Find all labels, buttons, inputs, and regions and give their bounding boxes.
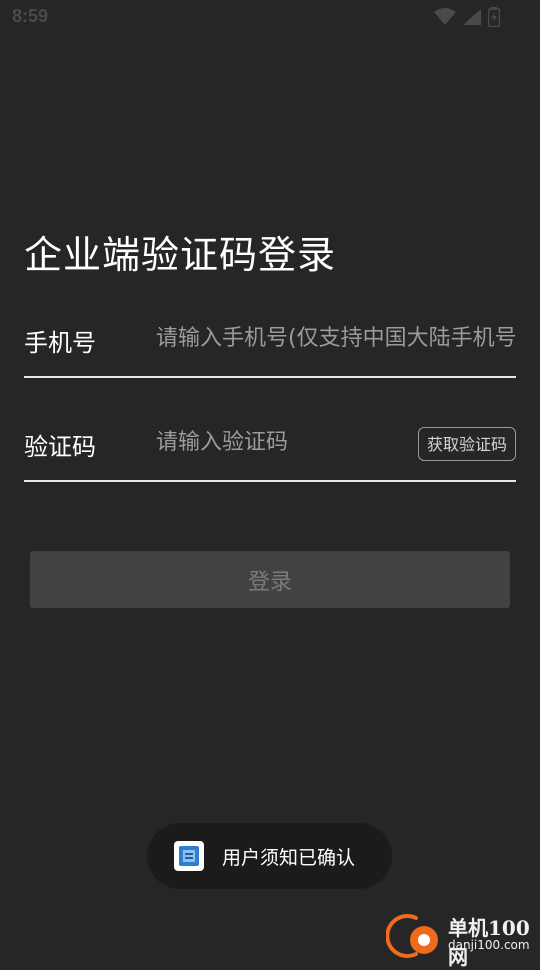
watermark-logo-icon [385, 912, 444, 962]
watermark: 单机100网 danji100.com [385, 910, 536, 969]
page-title: 企业端验证码登录 [24, 233, 337, 277]
signal-icon [462, 8, 482, 26]
phone-label: 手机号 [24, 329, 96, 357]
status-time: 8:59 [12, 6, 49, 26]
wifi-icon [434, 8, 456, 26]
code-input[interactable] [156, 422, 396, 462]
watermark-url: danji100.com [448, 938, 530, 952]
code-field-row: 验证码 获取验证码 [24, 410, 516, 482]
toast: 用户须知已确认 [147, 823, 392, 889]
code-label: 验证码 [24, 433, 96, 461]
app-icon [174, 841, 204, 871]
get-code-button[interactable]: 获取验证码 [417, 427, 516, 461]
login-button[interactable]: 登录 [30, 551, 510, 608]
phone-field-row: 手机号 [24, 306, 516, 378]
phone-input[interactable] [156, 318, 516, 358]
status-icons [434, 7, 500, 27]
status-bar: 8:59 [0, 0, 540, 36]
toast-text: 用户须知已确认 [222, 846, 356, 869]
battery-icon [488, 7, 500, 27]
